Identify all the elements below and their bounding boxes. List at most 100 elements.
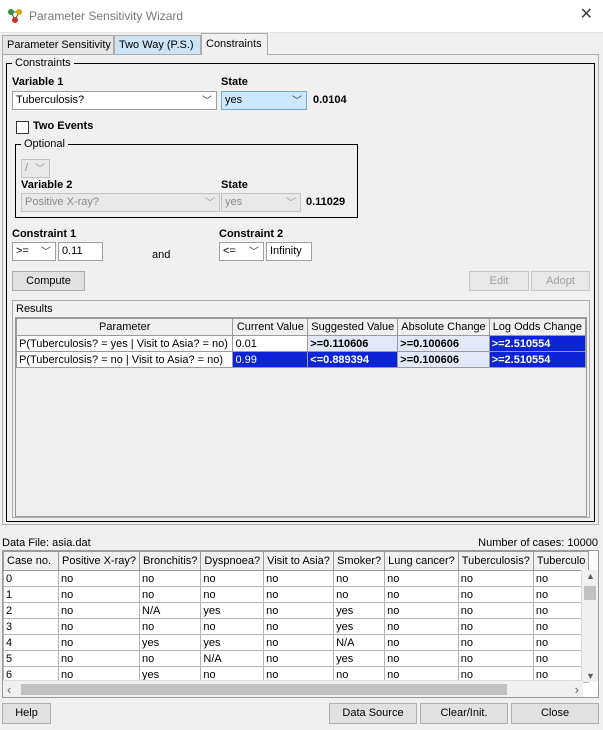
data-header[interactable]: Positive X-ray?: [58, 551, 140, 571]
results-cell: <=0.889394: [307, 351, 399, 368]
table-cell: no: [58, 618, 140, 635]
scroll-thumb[interactable]: [21, 684, 507, 695]
compute-button[interactable]: Compute: [12, 271, 85, 291]
data-header[interactable]: Lung cancer?: [384, 551, 459, 571]
state2-select[interactable]: yes ﹀: [221, 193, 301, 212]
horizontal-scrollbar[interactable]: ‹ ›: [3, 680, 583, 697]
data-source-button[interactable]: Data Source: [329, 703, 417, 724]
table-cell: 0: [3, 570, 59, 587]
state2-label: State: [221, 179, 248, 191]
table-cell: no: [200, 618, 265, 635]
operator-select[interactable]: / ﹀: [21, 159, 50, 178]
results-cell: >=0.100606: [397, 351, 490, 368]
table-cell: no: [200, 570, 265, 587]
scroll-right-icon[interactable]: ›: [575, 682, 579, 697]
data-table-container: Case no. Positive X-ray? Bronchitis? Dys…: [2, 550, 599, 698]
table-cell: no: [58, 570, 140, 587]
data-header[interactable]: Tuberculosis?: [457, 551, 534, 571]
results-row[interactable]: P(Tuberculosis? = yes | Visit to Asia? =…: [16, 335, 586, 352]
results-header-parameter[interactable]: Parameter: [16, 318, 234, 336]
table-cell: no: [457, 618, 534, 635]
tab-parameter-sensitivity[interactable]: Parameter Sensitivity: [2, 35, 114, 54]
data-header[interactable]: Smoker?: [333, 551, 386, 571]
results-header-current[interactable]: Current Value: [232, 318, 309, 336]
table-cell: 3: [3, 618, 59, 635]
table-cell: no: [457, 586, 534, 603]
results-cell: 0.01: [232, 335, 309, 352]
chevron-down-icon: ﹀: [286, 198, 296, 209]
table-cell: no: [58, 650, 140, 667]
table-cell: yes: [200, 634, 265, 651]
table-cell: no: [263, 586, 335, 603]
state1-value: yes: [225, 94, 243, 106]
constraint2-operator: <=: [223, 245, 236, 257]
window-title: Parameter Sensitivity Wizard: [29, 9, 184, 23]
data-header[interactable]: Bronchitis?: [138, 551, 202, 571]
vertical-scrollbar[interactable]: ▲ ▼: [581, 570, 598, 682]
number-of-cases-label: Number of cases: 10000: [478, 537, 598, 549]
table-cell: yes: [200, 602, 265, 619]
table-cell: no: [384, 586, 459, 603]
scroll-up-icon[interactable]: ▲: [586, 571, 595, 581]
constraint1-operator-select[interactable]: >= ﹀: [12, 242, 56, 261]
table-row[interactable]: 0 no no no no no no no no: [3, 570, 590, 587]
constraint1-value-input[interactable]: 0.11: [58, 242, 103, 261]
results-header-suggested[interactable]: Suggested Value: [307, 318, 399, 336]
chevron-down-icon: ﹀: [41, 247, 51, 258]
state1-select[interactable]: yes ﹀: [221, 91, 307, 110]
tab-two-way[interactable]: Two Way (P.S.): [114, 35, 201, 54]
table-row[interactable]: 4 no yes yes no N/A no no no: [3, 634, 590, 651]
scroll-down-icon[interactable]: ▼: [586, 671, 595, 681]
data-header[interactable]: Tuberculo: [532, 551, 590, 571]
table-cell: no: [457, 634, 534, 651]
results-cell: >=0.110606: [307, 335, 399, 352]
constraint2-operator-select[interactable]: <= ﹀: [219, 242, 264, 261]
adopt-button[interactable]: Adopt: [531, 271, 590, 291]
two-events-checkbox[interactable]: [16, 121, 29, 134]
scroll-thumb[interactable]: [584, 586, 596, 600]
table-row[interactable]: 5 no no N/A no yes no no no: [3, 650, 590, 667]
and-label: and: [152, 249, 171, 261]
table-cell: no: [384, 650, 459, 667]
table-cell: no: [333, 570, 386, 587]
variable1-select[interactable]: Tuberculosis? ﹀: [12, 91, 217, 110]
close-button[interactable]: Close: [511, 703, 599, 724]
table-cell: no: [138, 650, 202, 667]
results-cell: >=2.510554: [488, 335, 586, 352]
table-cell: no: [263, 634, 335, 651]
results-header-logodds[interactable]: Log Odds Change: [488, 318, 586, 336]
table-row[interactable]: 1 no no no no no no no no: [3, 586, 590, 603]
data-header[interactable]: Case no.: [3, 551, 59, 571]
data-header[interactable]: Visit to Asia?: [263, 551, 335, 571]
table-cell: no: [138, 618, 202, 635]
tab-constraints[interactable]: Constraints: [201, 33, 268, 55]
table-row[interactable]: 2 no N/A yes no yes no no no: [3, 602, 590, 619]
results-cell: 0.99: [232, 351, 309, 368]
edit-button[interactable]: Edit: [469, 271, 529, 291]
help-button[interactable]: Help: [2, 703, 51, 724]
close-window-icon[interactable]: ✕: [580, 7, 593, 23]
state1-label: State: [221, 76, 248, 88]
table-cell: no: [384, 602, 459, 619]
table-cell: N/A: [333, 634, 386, 651]
results-row[interactable]: P(Tuberculosis? = no | Visit to Asia? = …: [16, 351, 586, 368]
scroll-left-icon[interactable]: ‹: [7, 682, 11, 697]
variable2-select[interactable]: Positive X-ray? ﹀: [21, 193, 220, 212]
results-box: Results Parameter Current Value Suggeste…: [12, 300, 590, 518]
table-cell: yes: [138, 634, 202, 651]
clear-init-button[interactable]: Clear/Init.: [420, 703, 508, 724]
results-cell: >=0.100606: [397, 335, 490, 352]
table-cell: no: [200, 586, 265, 603]
table-row[interactable]: 3 no no no no yes no no no: [3, 618, 590, 635]
optional-group-label: Optional: [24, 138, 65, 150]
table-cell: no: [138, 570, 202, 587]
data-header[interactable]: Dyspnoea?: [200, 551, 265, 571]
operator-value: /: [25, 162, 29, 174]
table-cell: no: [457, 570, 534, 587]
table-cell: yes: [333, 602, 386, 619]
variable2-label: Variable 2: [21, 179, 73, 191]
results-cell: >=2.510554: [488, 351, 586, 368]
constraint2-value-input[interactable]: Infinity: [266, 242, 312, 261]
results-header-absolute[interactable]: Absolute Change: [397, 318, 490, 336]
table-cell: no: [384, 570, 459, 587]
